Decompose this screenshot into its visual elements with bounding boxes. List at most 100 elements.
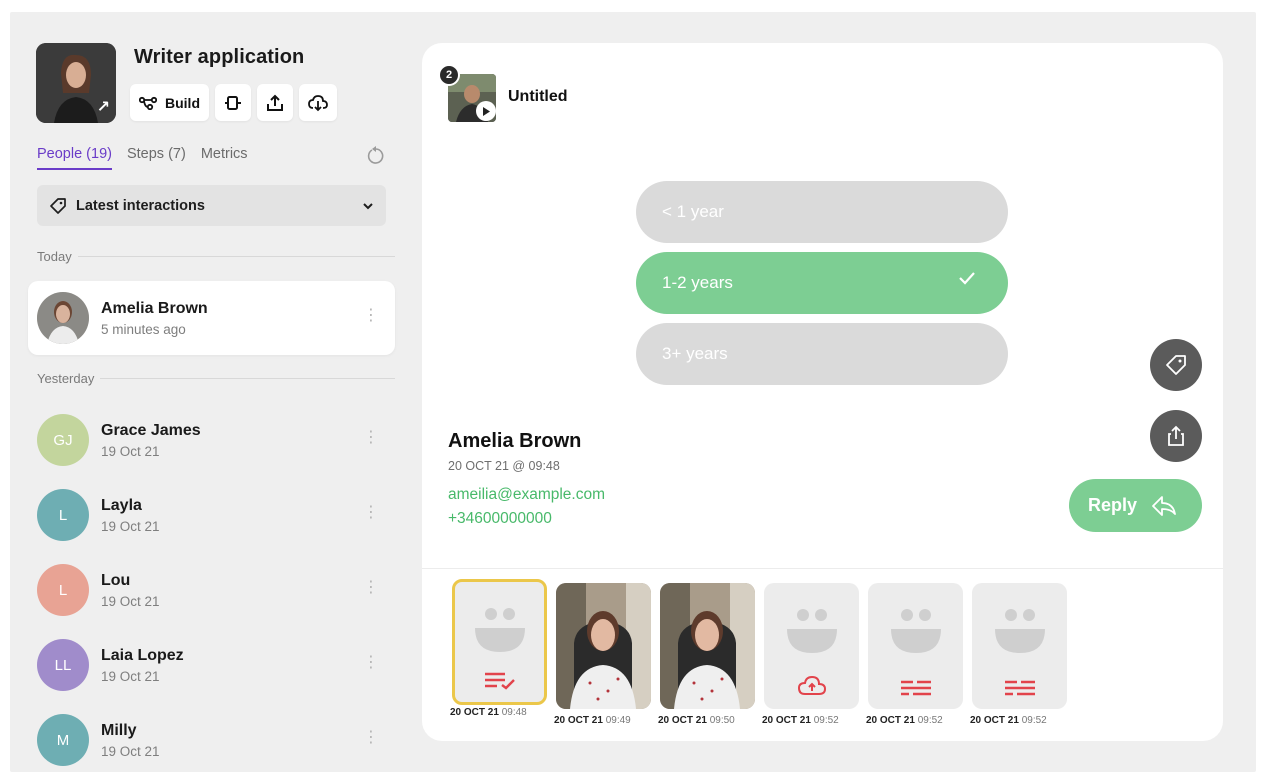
face-placeholder-icon [890, 609, 941, 653]
tab-steps[interactable]: Steps (7) [127, 146, 186, 170]
contact-phone[interactable]: +34600000000 [448, 510, 552, 528]
cloud-download-icon [308, 94, 328, 111]
option-3-plus-years[interactable]: 3+ years [636, 323, 1008, 385]
upload-icon [267, 94, 283, 111]
section-yesterday-label: Yesterday [37, 371, 95, 386]
build-label: Build [165, 94, 200, 111]
tile-timestamp: 20 OCT 21 09:52 [970, 715, 1047, 726]
download-button[interactable] [299, 84, 337, 121]
video-frame [556, 583, 651, 709]
filter-label: Latest interactions [76, 197, 205, 214]
filter-dropdown[interactable]: Latest interactions [37, 185, 386, 226]
option-less-than-1-year[interactable]: < 1 year [636, 181, 1008, 243]
tag-icon [1166, 355, 1186, 375]
app-title: Writer application [134, 46, 305, 68]
person-row[interactable]: Amelia Brown 5 minutes ago ⋮ [28, 281, 395, 355]
reply-arrow-icon [1152, 495, 1176, 516]
build-button[interactable]: Build [130, 84, 209, 121]
timeline-tile[interactable] [452, 579, 547, 705]
tag-icon [50, 197, 66, 214]
text-lines-icon [900, 680, 931, 696]
person-time: 19 Oct 21 [101, 743, 160, 759]
avatar: L [37, 564, 89, 616]
check-icon [959, 272, 975, 285]
more-icon[interactable]: ⋮ [363, 580, 379, 596]
more-icon[interactable]: ⋮ [363, 308, 379, 324]
timeline-tile-photo[interactable] [556, 583, 651, 709]
play-icon[interactable] [476, 101, 496, 121]
person-row[interactable]: GJ Grace James 19 Oct 21 ⋮ [28, 403, 395, 477]
avatar [37, 292, 89, 344]
person-name: Grace James [101, 421, 201, 439]
section-today-label: Today [37, 249, 72, 264]
tag-button[interactable] [1150, 339, 1202, 391]
person-row[interactable]: L Lou 19 Oct 21 ⋮ [28, 553, 395, 627]
person-time: 19 Oct 21 [101, 518, 160, 534]
embed-button[interactable] [215, 84, 251, 121]
step-badge: 2 [438, 64, 460, 86]
person-time: 19 Oct 21 [101, 668, 160, 684]
person-name: Milly [101, 721, 137, 739]
tile-timestamp: 20 OCT 21 09:52 [762, 715, 839, 726]
section-today: Today [37, 249, 395, 264]
app-window: ↗ Writer application Build People (19) S… [10, 12, 1256, 772]
timeline-tile[interactable] [972, 583, 1067, 709]
share-button[interactable] [1150, 410, 1202, 462]
chevron-down-icon [363, 202, 373, 209]
refresh-icon[interactable] [366, 146, 386, 171]
toolbar: Build [130, 84, 337, 121]
timeline-tile[interactable] [868, 583, 963, 709]
reply-label: Reply [1088, 495, 1138, 515]
person-time: 19 Oct 21 [101, 443, 160, 459]
contact-email[interactable]: ameilia@example.com [448, 486, 605, 504]
app-cover-image[interactable]: ↗ [36, 43, 116, 123]
person-name: Lou [101, 571, 131, 589]
avatar: L [37, 489, 89, 541]
face-placeholder-icon [474, 608, 525, 652]
avatar: GJ [37, 414, 89, 466]
divider [422, 568, 1223, 569]
option-label: 3+ years [662, 344, 728, 363]
timeline-tile[interactable] [764, 583, 859, 709]
share-upload-button[interactable] [257, 84, 293, 121]
person-name: Laia Lopez [101, 646, 184, 664]
tab-people[interactable]: People (19) [37, 146, 112, 170]
contact-date: 20 OCT 21 @ 09:48 [448, 459, 560, 473]
person-time: 19 Oct 21 [101, 593, 160, 609]
cloud-upload-icon [797, 675, 826, 695]
option-1-2-years[interactable]: 1-2 years [636, 252, 1008, 314]
person-row[interactable]: LL Laia Lopez 19 Oct 21 ⋮ [28, 628, 395, 702]
open-arrow-icon: ↗ [96, 99, 110, 116]
document-title: Untitled [508, 88, 568, 105]
person-name: Amelia Brown [101, 299, 208, 317]
panel-tabs: People (19) Steps (7) Metrics [37, 146, 248, 170]
more-icon[interactable]: ⋮ [363, 655, 379, 671]
tab-metrics[interactable]: Metrics [201, 146, 248, 170]
tile-timestamp: 20 OCT 21 09:50 [658, 715, 735, 726]
person-row[interactable]: M Milly 19 Oct 21 ⋮ [28, 703, 395, 772]
option-label: < 1 year [662, 202, 724, 221]
person-name: Layla [101, 496, 142, 514]
list-check-icon [484, 672, 515, 690]
avatar: M [37, 714, 89, 766]
section-yesterday: Yesterday [37, 371, 395, 386]
more-icon[interactable]: ⋮ [363, 505, 379, 521]
tile-timestamp: 20 OCT 21 09:52 [866, 715, 943, 726]
option-label: 1-2 years [662, 273, 733, 292]
avatar: LL [37, 639, 89, 691]
share-icon [1168, 425, 1184, 446]
flow-icon [139, 96, 157, 110]
face-placeholder-icon [994, 609, 1045, 653]
reply-button[interactable]: Reply [1069, 479, 1202, 532]
timeline-tile-photo[interactable] [660, 583, 755, 709]
person-time: 5 minutes ago [101, 321, 186, 337]
more-icon[interactable]: ⋮ [363, 730, 379, 746]
response-card: 2 Untitled < 1 year 1-2 years 3+ years A… [422, 43, 1223, 741]
contact-name: Amelia Brown [448, 430, 582, 452]
people-panel: ↗ Writer application Build People (19) S… [10, 12, 406, 772]
more-icon[interactable]: ⋮ [363, 430, 379, 446]
embed-icon [225, 95, 241, 110]
tile-timestamp: 20 OCT 21 09:49 [554, 715, 631, 726]
person-row[interactable]: L Layla 19 Oct 21 ⋮ [28, 478, 395, 552]
video-frame [660, 583, 755, 709]
